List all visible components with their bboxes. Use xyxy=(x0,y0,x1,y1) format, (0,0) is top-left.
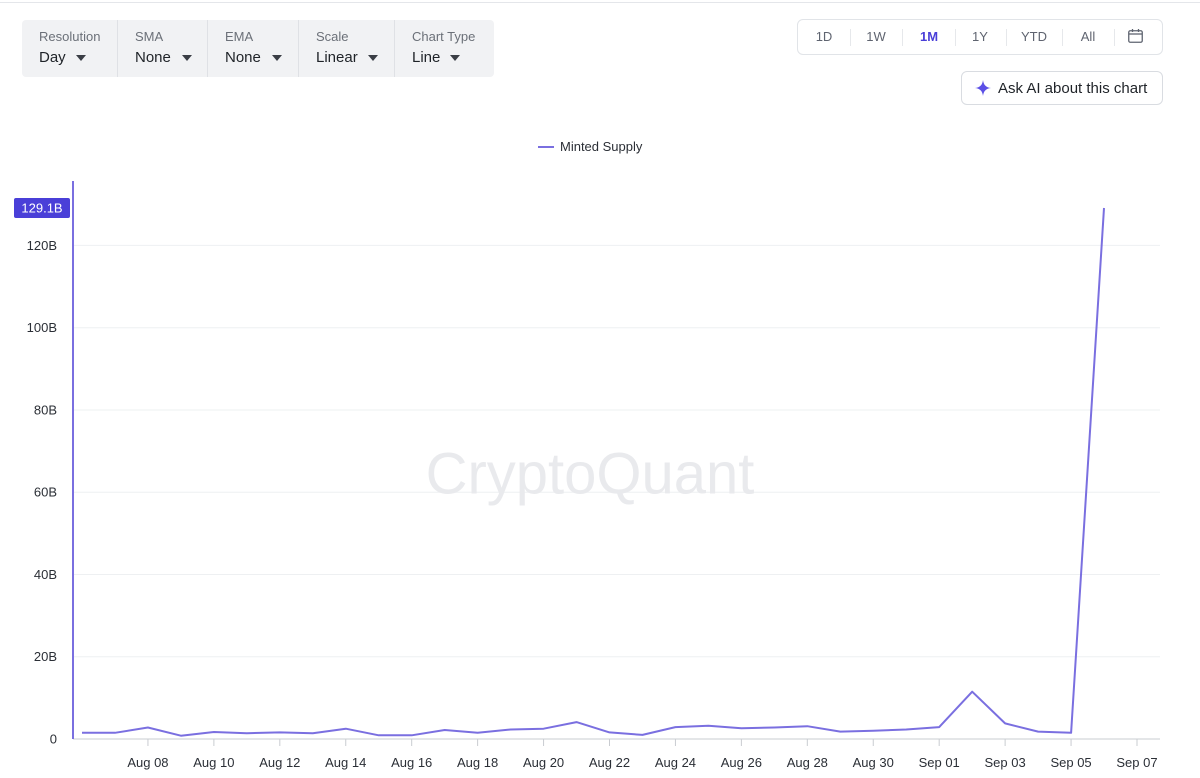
x-tick-label: Aug 24 xyxy=(655,755,696,770)
y-tick-label: 120B xyxy=(27,238,57,253)
x-tick-label: Aug 30 xyxy=(853,755,894,770)
y-axis-ticks: 0 20B 40B 60B 80B 100B 120B xyxy=(27,238,57,747)
legend: Minted Supply xyxy=(538,139,643,154)
y-tick-label: 100B xyxy=(27,320,57,335)
y-tick-label: 20B xyxy=(34,649,57,664)
x-tick-label: Aug 10 xyxy=(193,755,234,770)
x-tick-label: Sep 05 xyxy=(1050,755,1091,770)
y-tick-label: 0 xyxy=(50,732,57,747)
x-tick-label: Aug 08 xyxy=(127,755,168,770)
x-tick-label: Aug 16 xyxy=(391,755,432,770)
x-tick-label: Aug 20 xyxy=(523,755,564,770)
x-tick-label: Aug 18 xyxy=(457,755,498,770)
y-tick-label: 60B xyxy=(34,485,57,500)
x-tick-label: Sep 03 xyxy=(985,755,1026,770)
x-tick-label: Sep 07 xyxy=(1116,755,1157,770)
legend-label[interactable]: Minted Supply xyxy=(560,139,643,154)
y-tick-label: 40B xyxy=(34,567,57,582)
x-tick-label: Aug 26 xyxy=(721,755,762,770)
x-tick-label: Aug 14 xyxy=(325,755,366,770)
x-axis-ticks: Aug 08 Aug 10 Aug 12 Aug 14 Aug 16 Aug 18 Aug … xyxy=(127,739,1158,770)
y-tick-label: 80B xyxy=(34,402,57,417)
watermark: CryptoQuant xyxy=(426,441,755,506)
x-tick-label: Aug 22 xyxy=(589,755,630,770)
x-tick-label: Aug 12 xyxy=(259,755,300,770)
x-tick-label: Aug 28 xyxy=(787,755,828,770)
x-tick-label: Sep 01 xyxy=(919,755,960,770)
last-value-label: 129.1B xyxy=(21,201,62,216)
chart-canvas: CryptoQuant 0 20B 40B 60B 80B 100B 120B Aug 08… xyxy=(14,139,1160,770)
last-value-badge: 129.1B xyxy=(14,198,70,218)
